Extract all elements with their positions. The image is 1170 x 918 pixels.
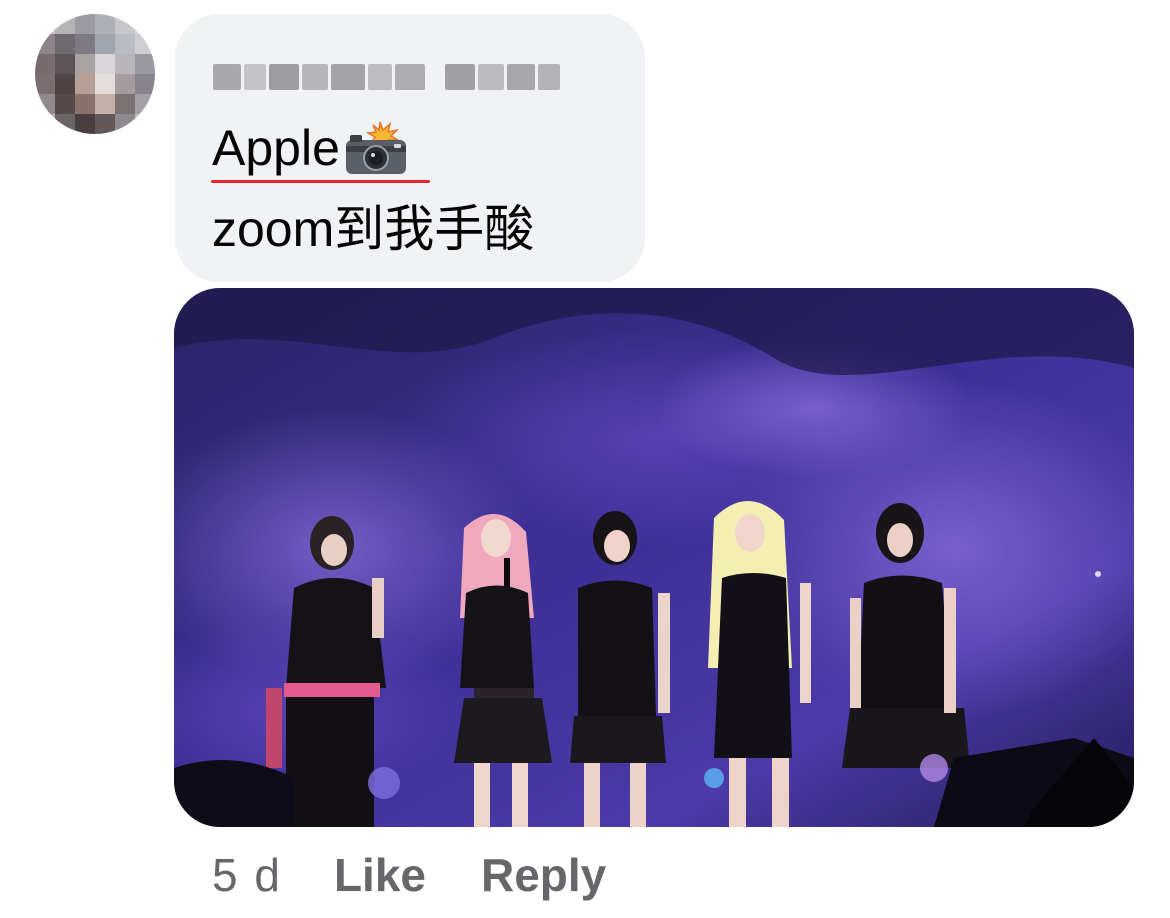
comment-row: Apple zoom到我手酸 5 d Like Reply bbox=[0, 0, 1170, 918]
camera-with-flash-icon bbox=[342, 120, 410, 176]
comment-text-line1: Apple bbox=[212, 117, 410, 179]
like-button[interactable]: Like bbox=[334, 848, 426, 902]
comment-actions: 5 d Like Reply bbox=[212, 845, 606, 905]
author-name-blurred[interactable] bbox=[213, 54, 560, 100]
attached-photo[interactable] bbox=[174, 288, 1134, 827]
comment-bubble: Apple zoom到我手酸 bbox=[175, 14, 645, 282]
spellcheck-underline bbox=[211, 180, 430, 183]
comment-word-apple: Apple bbox=[212, 120, 340, 176]
concert-stage-photo bbox=[174, 288, 1134, 827]
avatar[interactable] bbox=[35, 14, 155, 134]
comment-text-line2: zoom到我手酸 bbox=[212, 201, 535, 257]
reply-button[interactable]: Reply bbox=[481, 848, 606, 902]
timestamp: 5 d bbox=[212, 849, 282, 901]
